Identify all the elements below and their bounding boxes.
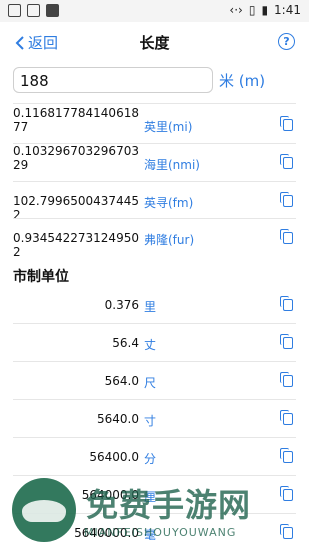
conversion-row: 0.11681778414061877 英里(mi)	[13, 106, 296, 144]
image-icon	[8, 4, 21, 17]
page-title: 长度	[139, 34, 170, 52]
keyboard-icon	[27, 4, 40, 17]
watermark-text: 免费手游网	[86, 486, 252, 524]
divider	[13, 103, 296, 104]
copy-icon[interactable]	[280, 334, 293, 349]
navbar: 返回 长度 ?	[0, 22, 309, 64]
conversion-label: 海里(nmi)	[144, 158, 200, 172]
section-title: 市制单位	[13, 269, 69, 285]
market-value: 564.0	[104, 374, 139, 388]
market-row: 56400.0 分	[13, 438, 296, 476]
watermark-logo-icon	[12, 478, 76, 542]
conversion-value: 0.11681778414061877	[13, 106, 139, 134]
copy-icon[interactable]	[280, 192, 293, 207]
market-row: 564.0 尺	[13, 362, 296, 400]
market-value: 56400.0	[89, 450, 139, 464]
copy-icon[interactable]	[280, 410, 293, 425]
market-row: 56.4 丈	[13, 324, 296, 362]
market-label: 里	[144, 300, 157, 314]
app-icon	[46, 4, 59, 17]
input-unit: 米 (m)	[219, 72, 266, 90]
help-icon[interactable]: ?	[278, 33, 295, 50]
market-value: 56.4	[112, 336, 139, 350]
watermark-subtext: MIANFEISHOUYOUWANG	[84, 526, 237, 539]
copy-icon[interactable]	[280, 448, 293, 463]
conversion-label: 弗隆(fur)	[144, 233, 195, 247]
market-row: 5640.0 寸	[13, 400, 296, 438]
length-input[interactable]: 188	[13, 67, 213, 93]
market-row: 0.376 里	[13, 286, 296, 324]
market-label: 尺	[144, 376, 157, 390]
input-row: 188 米 (m)	[13, 67, 293, 95]
copy-icon[interactable]	[280, 154, 293, 169]
status-bar: ‹·› ▯ ▮ 1:41	[0, 0, 309, 22]
conversion-row: 0.9345422731249502 弗隆(fur)	[13, 219, 296, 259]
status-time: 1:41	[274, 3, 301, 17]
signal-icon: ▯	[248, 3, 256, 17]
market-label: 分	[144, 452, 157, 466]
conversion-row: 0.10329670329670329 海里(nmi)	[13, 144, 296, 182]
market-value: 5640.0	[97, 412, 139, 426]
copy-icon[interactable]	[280, 229, 293, 244]
market-label: 寸	[144, 414, 157, 428]
conversion-label: 英里(mi)	[144, 120, 193, 134]
data-arrows-icon: ‹·›	[229, 3, 243, 17]
conversion-value: 0.9345422731249502	[13, 231, 139, 259]
copy-icon[interactable]	[280, 296, 293, 311]
conversion-label: 英寻(fm)	[144, 196, 194, 210]
copy-icon[interactable]	[280, 116, 293, 131]
market-label: 丈	[144, 338, 157, 352]
copy-icon[interactable]	[280, 372, 293, 387]
market-value: 0.376	[104, 298, 139, 312]
conversion-value: 0.10329670329670329	[13, 144, 139, 172]
conversion-row: 102.79965004374452 英寻(fm)	[13, 182, 296, 222]
watermark: 免费手游网 MIANFEISHOUYOUWANG	[0, 474, 309, 550]
battery-icon: ▮	[261, 3, 269, 17]
